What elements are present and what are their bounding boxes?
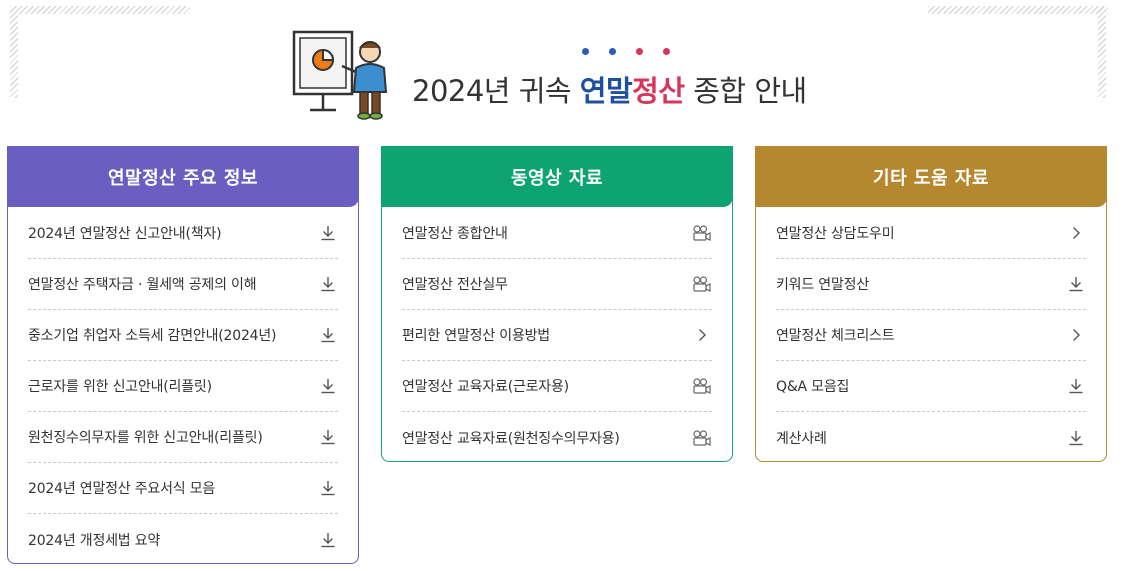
list-item-label: 연말정산 교육자료(원천징수의무자용)	[402, 430, 620, 447]
title-dot	[609, 48, 616, 55]
list-item[interactable]: 연말정산 체크리스트	[776, 310, 1086, 361]
page-header: 2024년 귀속 연말정산 종합 안내	[0, 0, 1123, 130]
panel-title: 연말정산 주요 정보	[7, 146, 359, 207]
title-dot	[663, 48, 670, 55]
list-item-label: 연말정산 체크리스트	[776, 328, 895, 344]
download-icon[interactable]	[318, 274, 338, 294]
decorative-hatch-top-left	[10, 6, 190, 14]
list-item-label: 연말정산 주택자금 · 월세액 공제의 이해	[28, 277, 257, 293]
list-item-label: 연말정산 상담도우미	[776, 226, 895, 242]
list-item-label: 연말정산 종합안내	[402, 226, 508, 242]
panel-title: 동영상 자료	[381, 146, 733, 207]
list-item[interactable]: 연말정산 전산실무	[402, 259, 712, 310]
video-camera-icon[interactable]	[692, 223, 712, 243]
download-icon[interactable]	[1066, 428, 1086, 448]
list-item[interactable]: 연말정산 주택자금 · 월세액 공제의 이해	[28, 259, 338, 310]
list-item-label: 연말정산 교육자료(근로자용)	[402, 379, 569, 395]
list-item-label: 계산사례	[776, 430, 827, 447]
title-dot	[636, 48, 643, 55]
list-item-label: 중소기업 취업자 소득세 감면안내(2024년)	[28, 328, 277, 344]
chevron-right-icon[interactable]	[1066, 325, 1086, 345]
decorative-hatch-top-right	[928, 6, 1108, 14]
list-item[interactable]: 2024년 연말정산 주요서식 모음	[28, 463, 338, 514]
download-icon[interactable]	[318, 376, 338, 396]
list-item-label: 근로자를 위한 신고안내(리플릿)	[28, 379, 212, 395]
list-item-label: 연말정산 전산실무	[402, 277, 508, 293]
title-dot	[582, 48, 589, 55]
list-item-label: 2024년 개정세법 요약	[28, 532, 161, 549]
download-icon[interactable]	[318, 223, 338, 243]
download-icon[interactable]	[318, 325, 338, 345]
page-title: 2024년 귀속 연말정산 종합 안내	[412, 68, 807, 110]
presenter-illustration-icon	[290, 28, 400, 123]
chevron-right-icon[interactable]	[692, 325, 712, 345]
list-item[interactable]: 계산사례	[776, 412, 1086, 463]
download-icon[interactable]	[318, 427, 338, 447]
title-highlight-2: 정산	[632, 74, 685, 108]
download-icon[interactable]	[318, 530, 338, 550]
panel-video: 동영상 자료 연말정산 종합안내 연말정산 전산실무 편리한 연말정산 이용방법…	[381, 146, 733, 462]
list-item-label: 편리한 연말정산 이용방법	[402, 328, 550, 344]
list-item[interactable]: 연말정산 교육자료(원천징수의무자용)	[402, 412, 712, 463]
list-item-label: Q&A 모음집	[776, 379, 850, 395]
list-item-label: 원천징수의무자를 위한 신고안내(리플릿)	[28, 430, 263, 446]
list-item[interactable]: 원천징수의무자를 위한 신고안내(리플릿)	[28, 412, 338, 463]
panel-title: 기타 도움 자료	[755, 146, 1107, 207]
download-icon[interactable]	[1066, 274, 1086, 294]
list-item-label: 2024년 연말정산 주요서식 모음	[28, 481, 216, 497]
title-suffix: 종합 안내	[684, 74, 807, 108]
decorative-hatch-right	[1098, 6, 1106, 98]
title-highlight-1: 연말	[579, 74, 633, 108]
panel-list: 연말정산 상담도우미 키워드 연말정산 연말정산 체크리스트 Q&A 모음집 계…	[756, 207, 1106, 463]
list-item-label: 키워드 연말정산	[776, 277, 870, 293]
panel-list: 연말정산 종합안내 연말정산 전산실무 편리한 연말정산 이용방법 연말정산 교…	[382, 207, 732, 463]
title-dots	[582, 48, 670, 55]
panel-main-info: 연말정산 주요 정보 2024년 연말정산 신고안내(책자) 연말정산 주택자금…	[7, 146, 359, 564]
decorative-hatch-left	[10, 6, 18, 98]
list-item[interactable]: 연말정산 종합안내	[402, 208, 712, 259]
video-camera-icon[interactable]	[692, 376, 712, 396]
list-item[interactable]: 연말정산 상담도우미	[776, 208, 1086, 259]
list-item[interactable]: 연말정산 교육자료(근로자용)	[402, 361, 712, 412]
list-item-label: 2024년 연말정산 신고안내(책자)	[28, 226, 222, 242]
list-item[interactable]: 2024년 개정세법 요약	[28, 514, 338, 565]
download-icon[interactable]	[1066, 376, 1086, 396]
list-item[interactable]: Q&A 모음집	[776, 361, 1086, 412]
download-icon[interactable]	[318, 478, 338, 498]
video-camera-icon[interactable]	[692, 428, 712, 448]
list-item[interactable]: 근로자를 위한 신고안내(리플릿)	[28, 361, 338, 412]
video-camera-icon[interactable]	[692, 274, 712, 294]
title-prefix: 2024년 귀속	[412, 74, 580, 108]
panel-list: 2024년 연말정산 신고안내(책자) 연말정산 주택자금 · 월세액 공제의 …	[8, 207, 358, 565]
panel-other-resources: 기타 도움 자료 연말정산 상담도우미 키워드 연말정산 연말정산 체크리스트 …	[755, 146, 1107, 462]
chevron-right-icon[interactable]	[1066, 223, 1086, 243]
list-item[interactable]: 편리한 연말정산 이용방법	[402, 310, 712, 361]
list-item[interactable]: 2024년 연말정산 신고안내(책자)	[28, 208, 338, 259]
list-item[interactable]: 키워드 연말정산	[776, 259, 1086, 310]
list-item[interactable]: 중소기업 취업자 소득세 감면안내(2024년)	[28, 310, 338, 361]
